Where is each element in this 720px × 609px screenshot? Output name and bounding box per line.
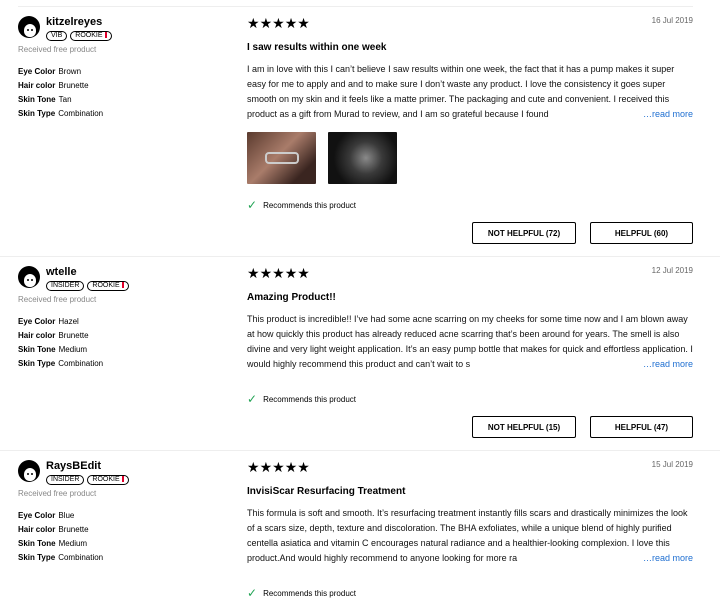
reviewer-info: RaysBEdit INSIDER ROOKIE Received free p… [18,460,228,565]
review-photo[interactable] [328,132,397,184]
review-content: ★ ★ ★ ★ ★ 16 Jul 2019 I saw results within o… [247,15,693,244]
star-rating: ★ ★ ★ ★ ★ [247,15,310,31]
free-product-label: Received free product [18,489,97,498]
recommends: ✓ Recommends this product [247,198,356,212]
recommends: ✓ Recommends this product [247,586,356,600]
review-card: wtelle INSIDER ROOKIE Received free prod… [0,256,720,451]
username[interactable]: RaysBEdit [46,460,129,473]
reviewer-attributes: Eye Color Brown Hair color Brunette Skin T… [18,67,104,118]
username[interactable]: kitzelreyes [46,16,112,29]
badge-rookie: ROOKIE [70,31,112,41]
badge-rookie: ROOKIE [87,475,129,485]
read-more-link[interactable]: …read more [640,551,693,566]
review-body: This formula is soft and smooth. It’s re… [247,506,693,566]
badge-vib: VIB [46,31,68,41]
reviewer-attributes: Eye Color Blue Hair color Brunette Skin To… [18,511,104,562]
review-content: ★ ★ ★ ★ ★ 12 Jul 2019 Amazing Product!! This… [247,265,693,438]
star-rating: ★ ★ ★ ★ ★ [247,265,310,281]
username[interactable]: wtelle [46,266,129,279]
review-date: 15 Jul 2019 [651,460,693,469]
helpful-button[interactable]: HELPFUL (47) [590,416,693,438]
check-icon: ✓ [247,392,258,406]
read-more-link[interactable]: …read more [640,357,693,372]
badge-rookie: ROOKIE [87,281,129,291]
badge-insider: INSIDER [46,281,85,291]
badge-insider: INSIDER [46,475,85,485]
free-product-label: Received free product [18,45,97,54]
review-body: This product is incredible!! I’ve had so… [247,312,693,372]
review-content: ★ ★ ★ ★ ★ 15 Jul 2019 InvisiScar Resurfacing… [247,460,693,600]
review-card: kitzelreyes VIB ROOKIE Received free pro… [0,6,720,257]
review-photo[interactable] [247,132,316,184]
reviewer-attributes: Eye Color Hazel Hair color Brunette Skin T… [18,317,104,368]
recommends: ✓ Recommends this product [247,392,356,406]
reviewer-info: kitzelreyes VIB ROOKIE Received free pro… [18,16,228,121]
review-date: 12 Jul 2019 [651,266,693,275]
review-title: I saw results within one week [247,42,387,53]
review-card: RaysBEdit INSIDER ROOKIE Received free p… [0,450,720,609]
not-helpful-button[interactable]: NOT HELPFUL (15) [472,416,576,438]
reviewer-info: wtelle INSIDER ROOKIE Received free prod… [18,266,228,371]
check-icon: ✓ [247,198,258,212]
review-date: 16 Jul 2019 [651,16,693,25]
avatar[interactable] [18,460,40,482]
avatar[interactable] [18,266,40,288]
check-icon: ✓ [247,586,258,600]
not-helpful-button[interactable]: NOT HELPFUL (72) [472,222,576,244]
read-more-link[interactable]: …read more [640,107,693,122]
review-body: I am in love with this I can’t believe I… [247,62,693,122]
star-rating: ★ ★ ★ ★ ★ [247,459,310,475]
free-product-label: Received free product [18,295,97,304]
avatar[interactable] [18,16,40,38]
review-title: InvisiScar Resurfacing Treatment [247,486,406,497]
helpful-button[interactable]: HELPFUL (60) [590,222,693,244]
review-title: Amazing Product!! [247,292,336,303]
